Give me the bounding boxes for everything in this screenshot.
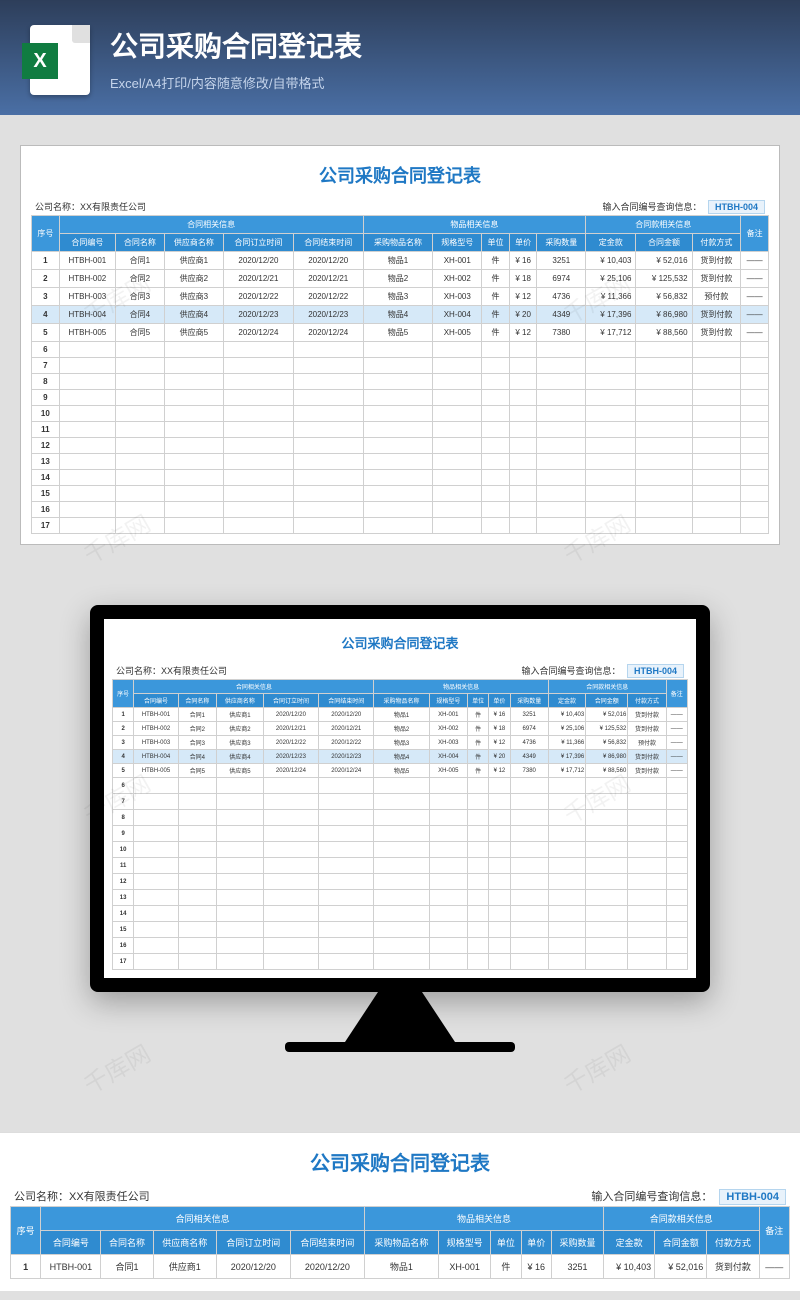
col-remark: 备注 <box>741 216 769 252</box>
table-row[interactable]: 4HTBH-004合同4供应商42020/12/232020/12/23物品4X… <box>32 306 769 324</box>
table-row[interactable]: 7 <box>113 794 688 810</box>
table-row[interactable]: 12 <box>113 874 688 890</box>
table-row[interactable]: 16 <box>32 502 769 518</box>
colgroup-money: 合同款相关信息 <box>604 1207 759 1231</box>
hero-subtitle: Excel/A4打印/内容随意修改/自带格式 <box>110 73 362 92</box>
col-remark: 备注 <box>759 1207 789 1255</box>
table-row[interactable]: 15 <box>32 486 769 502</box>
table-row[interactable]: 11 <box>113 858 688 874</box>
table-row[interactable]: 7 <box>32 358 769 374</box>
table-row[interactable]: 13 <box>32 454 769 470</box>
colgroup-item: 物品相关信息 <box>364 1207 603 1231</box>
table-row[interactable]: 11 <box>32 422 769 438</box>
table-row[interactable]: 5HTBH-005合同5供应商52020/12/242020/12/24物品5X… <box>113 764 688 778</box>
table-row[interactable]: 14 <box>32 470 769 486</box>
col-seq: 序号 <box>32 216 60 252</box>
table-row[interactable]: 9 <box>32 390 769 406</box>
table-row[interactable]: 12 <box>32 438 769 454</box>
excel-file-icon: X <box>30 25 90 95</box>
excel-x-badge: X <box>22 43 58 79</box>
table-row[interactable]: 10 <box>32 406 769 422</box>
table-row[interactable]: 17 <box>113 954 688 970</box>
table-row[interactable]: 1HTBH-001合同1供应商12020/12/202020/12/20物品1X… <box>113 708 688 722</box>
table-row[interactable]: 9 <box>113 826 688 842</box>
spreadsheet-panel: 公司采购合同登记表 公司名称：XX有限责任公司 输入合同编号查询信息： HTBH… <box>20 145 780 545</box>
table-row[interactable]: 1HTBH-001合同1供应商12020/12/202020/12/20物品1X… <box>11 1255 790 1279</box>
colgroup-money: 合同款相关信息 <box>548 680 666 694</box>
contract-table: 序号合同相关信息物品相关信息合同款相关信息备注合同编号合同名称供应商名称合同订立… <box>10 1206 790 1279</box>
hero-title: 公司采购合同登记表 <box>110 25 362 65</box>
contract-table: 序号合同相关信息物品相关信息合同款相关信息备注合同编号合同名称供应商名称合同订立… <box>31 215 769 534</box>
col-remark: 备注 <box>666 680 687 708</box>
table-row[interactable]: 2HTBH-002合同2供应商22020/12/212020/12/21物品2X… <box>32 270 769 288</box>
table-row[interactable]: 3HTBH-003合同3供应商32020/12/222020/12/22物品3X… <box>32 288 769 306</box>
table-row[interactable]: 14 <box>113 906 688 922</box>
table-row[interactable]: 16 <box>113 938 688 954</box>
colgroup-money: 合同款相关信息 <box>586 216 741 234</box>
table-row[interactable]: 4HTBH-004合同4供应商42020/12/232020/12/23物品4X… <box>113 750 688 764</box>
table-row[interactable]: 8 <box>32 374 769 390</box>
query-value[interactable]: HTBH-004 <box>708 200 765 214</box>
monitor-sheet-title: 公司采购合同登记表 <box>112 627 688 662</box>
table-row[interactable]: 3HTBH-003合同3供应商32020/12/222020/12/22物品3X… <box>113 736 688 750</box>
table-row[interactable]: 15 <box>113 922 688 938</box>
company-label: 公司名称：XX有限责任公司 <box>35 200 146 213</box>
table-row[interactable]: 6 <box>113 778 688 794</box>
table-row[interactable]: 1HTBH-001合同1供应商12020/12/202020/12/20物品1X… <box>32 252 769 270</box>
colgroup-contract: 合同相关信息 <box>41 1207 365 1231</box>
colgroup-contract: 合同相关信息 <box>59 216 363 234</box>
table-row[interactable]: 13 <box>113 890 688 906</box>
monitor-mockup: 公司采购合同登记表 公司名称：XX有限责任公司 输入合同编号查询信息： HTBH… <box>0 605 800 1052</box>
colgroup-item: 物品相关信息 <box>363 216 586 234</box>
table-row[interactable]: 10 <box>113 842 688 858</box>
hero-banner: X 公司采购合同登记表 Excel/A4打印/内容随意修改/自带格式 <box>0 0 800 115</box>
table-row[interactable]: 8 <box>113 810 688 826</box>
contract-table: 序号合同相关信息物品相关信息合同款相关信息备注合同编号合同名称供应商名称合同订立… <box>112 679 688 970</box>
colgroup-item: 物品相关信息 <box>374 680 548 694</box>
colgroup-contract: 合同相关信息 <box>134 680 374 694</box>
table-row[interactable]: 2HTBH-002合同2供应商22020/12/212020/12/21物品2X… <box>113 722 688 736</box>
col-seq: 序号 <box>11 1207 41 1255</box>
query-area: 输入合同编号查询信息： HTBH-004 <box>602 200 765 213</box>
table-row[interactable]: 17 <box>32 518 769 534</box>
col-seq: 序号 <box>113 680 134 708</box>
sheet-title: 公司采购合同登记表 <box>31 156 769 198</box>
table-row[interactable]: 6 <box>32 342 769 358</box>
bottom-preview-strip: 公司采购合同登记表 公司名称：XX有限责任公司 输入合同编号查询信息： HTBH… <box>0 1132 800 1291</box>
table-row[interactable]: 5HTBH-005合同5供应商52020/12/242020/12/24物品5X… <box>32 324 769 342</box>
